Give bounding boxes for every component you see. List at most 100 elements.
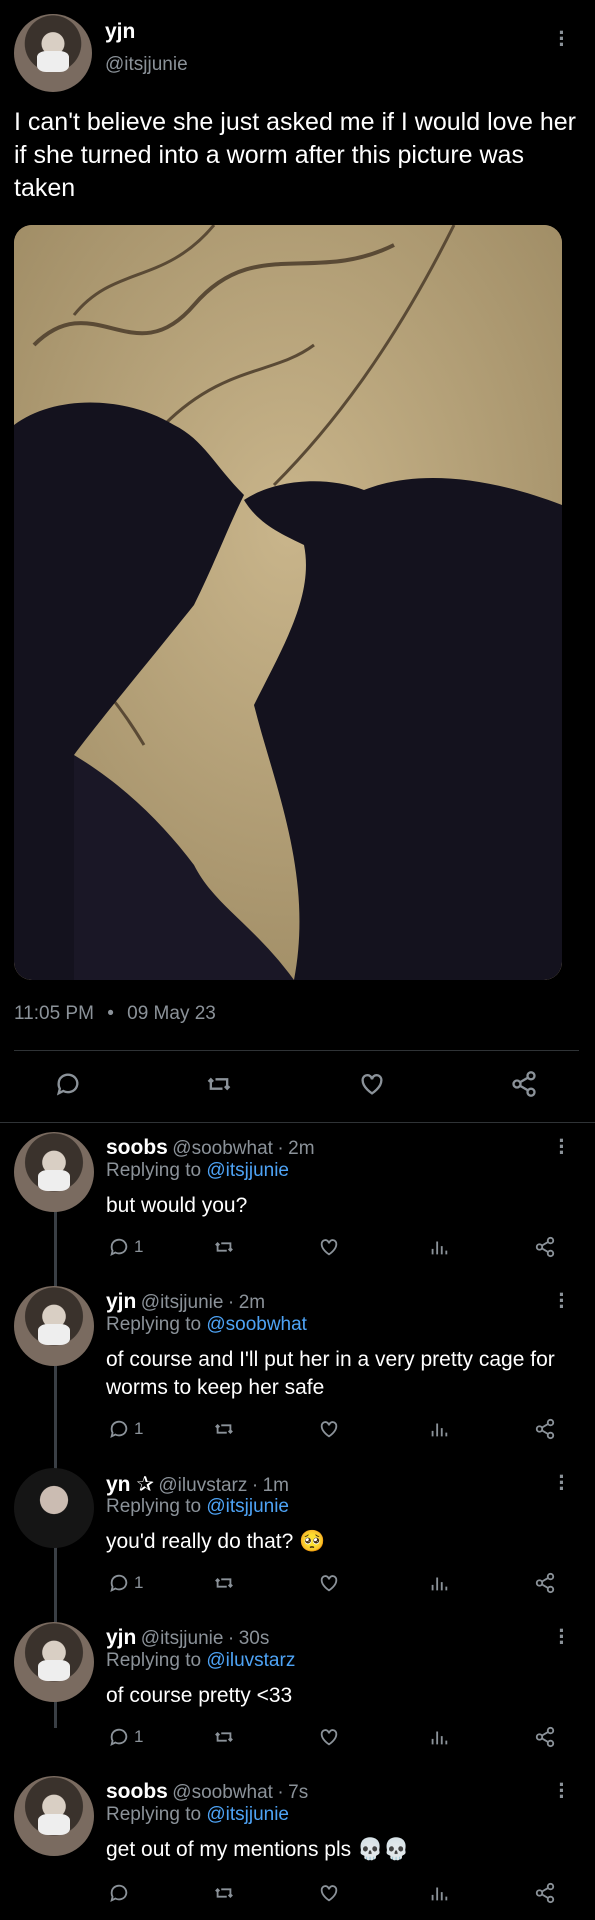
mention-link[interactable]: @soobwhat <box>206 1314 307 1335</box>
more-icon[interactable]: · · · <box>557 1466 567 1500</box>
author-name[interactable]: yn ✰ <box>106 1473 154 1496</box>
reply-button[interactable]: 1 <box>108 1236 143 1258</box>
replying-to: Replying to @itsjjunie <box>106 1804 289 1826</box>
avatar[interactable] <box>14 14 92 92</box>
reply-icon <box>110 1420 128 1439</box>
timestamp: 7s <box>288 1782 309 1803</box>
timestamp: 30s <box>238 1628 270 1649</box>
reply-button[interactable]: 1 <box>108 1726 143 1748</box>
time: 11:05 PM <box>14 1003 94 1024</box>
analytics-button[interactable] <box>428 1418 450 1440</box>
reply-text: but would you? <box>106 1194 248 1217</box>
reply-count: 1 <box>134 1237 144 1256</box>
retweet-button[interactable] <box>204 1070 234 1098</box>
analytics-button[interactable] <box>428 1882 450 1904</box>
tweet-text: I can't believe she just asked me if I w… <box>14 108 577 202</box>
like-button[interactable] <box>318 1418 340 1440</box>
replying-to: Replying to @itsjjunie <box>106 1496 289 1518</box>
analytics-icon <box>431 1887 448 1901</box>
mention-link[interactable]: @itsjjunie <box>206 1804 289 1825</box>
like-button[interactable] <box>318 1572 340 1594</box>
avatar[interactable] <box>14 1468 94 1548</box>
share-button[interactable] <box>534 1236 556 1258</box>
analytics-button[interactable] <box>428 1236 450 1258</box>
retweet-icon <box>215 1242 233 1252</box>
reply-text: of course and I'll put her in a very pre… <box>106 1348 555 1399</box>
mention-link[interactable]: @iluvstarz <box>206 1650 295 1671</box>
reply-count: 1 <box>134 1573 144 1592</box>
retweet-icon <box>215 1424 233 1434</box>
divider <box>14 1050 579 1051</box>
tweet-photo[interactable] <box>14 225 562 980</box>
retweet-button[interactable] <box>212 1418 236 1440</box>
date: 09 May 23 <box>127 1003 216 1024</box>
more-icon[interactable]: · · · <box>557 1130 567 1164</box>
share-button[interactable] <box>534 1572 556 1594</box>
analytics-button[interactable] <box>428 1726 450 1748</box>
replying-label: Replying to <box>106 1314 202 1335</box>
author-handle[interactable]: @itsjjunie <box>141 1292 224 1313</box>
replying-to: Replying to @iluvstarz <box>106 1650 295 1672</box>
heart-icon <box>320 1575 338 1592</box>
avatar[interactable] <box>14 1132 94 1212</box>
reply-button[interactable]: 1 <box>108 1418 143 1440</box>
divider <box>0 1122 595 1123</box>
retweet-icon <box>215 1732 233 1742</box>
analytics-icon <box>431 1241 448 1255</box>
mention-link[interactable]: @itsjjunie <box>206 1496 289 1517</box>
author-handle[interactable]: @itsjjunie <box>105 54 188 76</box>
analytics-icon <box>431 1577 448 1591</box>
analytics-button[interactable] <box>428 1572 450 1594</box>
author-handle[interactable]: @iluvstarz <box>158 1475 247 1496</box>
reply-button[interactable] <box>108 1882 130 1904</box>
like-button[interactable] <box>318 1882 340 1904</box>
like-button[interactable] <box>318 1236 340 1258</box>
replying-to: Replying to @soobwhat <box>106 1314 307 1336</box>
author-handle[interactable]: @soobwhat <box>172 1782 273 1803</box>
share-button[interactable] <box>534 1418 556 1440</box>
author-name[interactable]: soobs <box>106 1780 168 1803</box>
share-icon <box>535 1418 555 1440</box>
retweet-button[interactable] <box>212 1726 236 1748</box>
reply-button[interactable]: 1 <box>108 1572 143 1594</box>
like-button[interactable] <box>318 1726 340 1748</box>
timestamp: 1m <box>262 1475 290 1496</box>
avatar[interactable] <box>14 1622 94 1702</box>
separator: · <box>277 1782 284 1803</box>
author-handle[interactable]: @soobwhat <box>172 1138 273 1159</box>
author-handle[interactable]: @itsjjunie <box>141 1628 224 1649</box>
avatar[interactable] <box>14 1286 94 1366</box>
reply-text: get out of my mentions pls 💀💀 <box>106 1838 410 1861</box>
author-name[interactable]: yjn <box>106 1290 136 1313</box>
author-name[interactable]: yjn <box>105 20 135 44</box>
author-name[interactable]: yjn <box>106 1626 136 1649</box>
more-icon[interactable]: · · · <box>557 22 567 56</box>
reply-icon <box>110 1574 128 1593</box>
more-icon[interactable]: · · · <box>557 1284 567 1318</box>
heart-icon <box>320 1729 338 1746</box>
like-button[interactable] <box>358 1070 386 1098</box>
more-icon[interactable]: · · · <box>557 1620 567 1654</box>
reply-icon <box>56 1073 79 1096</box>
author-name[interactable]: soobs <box>106 1136 168 1159</box>
separator: • <box>107 1003 114 1024</box>
mention-link[interactable]: @itsjjunie <box>206 1160 289 1181</box>
share-button[interactable] <box>510 1070 538 1098</box>
retweet-button[interactable] <box>212 1236 236 1258</box>
share-button[interactable] <box>534 1726 556 1748</box>
reply-icon <box>110 1238 128 1257</box>
share-icon <box>535 1726 555 1748</box>
retweet-button[interactable] <box>212 1572 236 1594</box>
reply-count: 1 <box>134 1727 144 1746</box>
share-button[interactable] <box>534 1882 556 1904</box>
reply-header: soobs @soobwhat · 2m <box>106 1136 315 1160</box>
more-icon[interactable]: · · · <box>557 1774 567 1808</box>
reply-count: 1 <box>134 1419 144 1438</box>
retweet-icon <box>215 1888 233 1898</box>
reply-icon <box>110 1884 128 1903</box>
reply-header: yjn @itsjjunie · 30s <box>106 1626 269 1650</box>
heart-icon <box>361 1074 383 1095</box>
avatar[interactable] <box>14 1776 94 1856</box>
retweet-button[interactable] <box>212 1882 236 1904</box>
reply-button[interactable] <box>54 1070 82 1098</box>
